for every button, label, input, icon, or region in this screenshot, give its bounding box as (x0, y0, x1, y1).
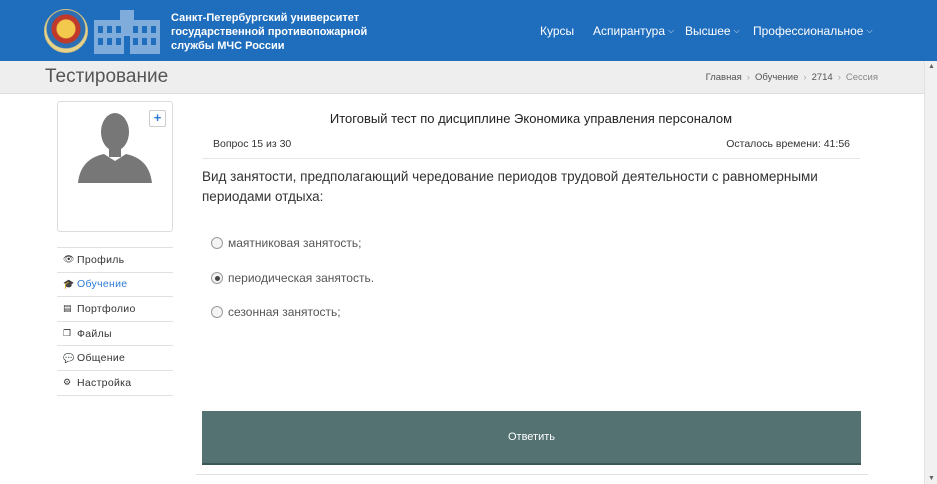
sidebar-item-settings[interactable]: ⚙ Настройка (57, 371, 173, 396)
radio-button[interactable] (211, 237, 223, 249)
sidebar-item-label: Файлы (77, 327, 112, 340)
add-photo-button[interactable]: + (149, 110, 166, 127)
chevron-down-icon: ⌵ (866, 25, 873, 35)
sidebar-item-files[interactable]: ❐ Файлы (57, 322, 173, 347)
time-remaining: Осталось времени: 41:56 (726, 138, 850, 150)
question-counter: Вопрос 15 из 30 (213, 138, 292, 150)
breadcrumb-separator: › (803, 72, 807, 83)
page-title: Тестирование (45, 66, 169, 87)
sidebar-item-label: Профиль (77, 253, 125, 266)
sidebar-item-label: Обучение (77, 278, 128, 291)
nav-postgraduate[interactable]: Аспирантура ⌵ (593, 0, 674, 61)
breadcrumb-learning[interactable]: Обучение (755, 72, 798, 83)
nav-professional[interactable]: Профессиональное ⌵ (753, 0, 873, 61)
answer-option-label: маятниковая занятость; (228, 236, 362, 250)
scroll-up-icon[interactable]: ▲ (928, 63, 935, 70)
files-icon: ❐ (63, 328, 72, 339)
submit-answer-button[interactable]: Ответить (202, 411, 861, 465)
nav-postgraduate-label: Аспирантура (593, 23, 666, 38)
chevron-down-icon: ⌵ (668, 25, 675, 35)
breadcrumb-separator: › (837, 72, 841, 83)
answer-option-label: периодическая занятость. (228, 271, 375, 285)
divider (196, 474, 868, 475)
sidebar-item-messages[interactable]: 💬 Общение (57, 346, 173, 371)
nav-higher-label: Высшее (685, 23, 731, 38)
breadcrumb-course-id[interactable]: 2714 (812, 72, 833, 83)
university-emblem-logo[interactable] (44, 9, 88, 53)
profile-photo-box: + (57, 101, 173, 232)
nav-higher[interactable]: Высшее ⌵ (685, 0, 740, 61)
avatar-placeholder-icon (78, 113, 152, 183)
sidebar-item-learning[interactable]: 🎓 Обучение (57, 273, 173, 298)
radio-button-selected[interactable] (211, 272, 223, 284)
gears-icon: ⚙ (63, 377, 72, 388)
breadcrumb-home[interactable]: Главная (706, 72, 742, 83)
chevron-down-icon: ⌵ (733, 25, 740, 35)
breadcrumb-session: Сессия (845, 72, 878, 83)
portfolio-icon: ▤ (63, 303, 72, 314)
breadcrumb-separator: › (746, 72, 750, 83)
test-title: Итоговый тест по дисциплине Экономика уп… (329, 111, 733, 126)
question-text: Вид занятости, предполагающий чередовани… (202, 169, 818, 204)
comments-icon: 💬 (63, 352, 75, 363)
building-logo-icon (94, 10, 160, 54)
answer-option[interactable]: периодическая занятость. (211, 271, 374, 285)
nav-courses-label: Курсы (540, 23, 575, 38)
sidebar-menu: 👁 Профиль 🎓 Обучение ▤ Портфолио ❐ Файлы… (57, 247, 173, 396)
vertical-scrollbar[interactable]: ▲ ▼ (924, 61, 937, 484)
eye-icon: 👁 (63, 254, 75, 265)
page-header-bar: Тестирование Главная › Обучение › 2714 ›… (0, 61, 924, 94)
breadcrumb: Главная › Обучение › 2714 › Сессия (706, 72, 878, 83)
sidebar-item-label: Настройка (77, 376, 132, 389)
answer-option-label: сезонная занятость; (228, 305, 341, 319)
sidebar-item-profile[interactable]: 👁 Профиль (57, 248, 173, 273)
answer-option[interactable]: сезонная занятость; (211, 305, 341, 319)
divider (202, 158, 860, 159)
nav-courses[interactable]: Курсы (540, 0, 574, 61)
sidebar-item-portfolio[interactable]: ▤ Портфолио (57, 297, 173, 322)
sidebar-item-label: Портфолио (77, 302, 136, 315)
sidebar-item-label: Общение (77, 352, 126, 365)
radio-button[interactable] (211, 306, 223, 318)
graduation-cap-icon: 🎓 (63, 278, 75, 289)
scroll-down-icon[interactable]: ▼ (928, 475, 935, 482)
university-name[interactable]: Санкт-Петербургский университет государс… (171, 11, 371, 53)
answer-option[interactable]: маятниковая занятость; (211, 236, 361, 250)
nav-professional-label: Профессиональное (753, 23, 864, 38)
site-header: Санкт-Петербургский университет государс… (0, 0, 937, 61)
